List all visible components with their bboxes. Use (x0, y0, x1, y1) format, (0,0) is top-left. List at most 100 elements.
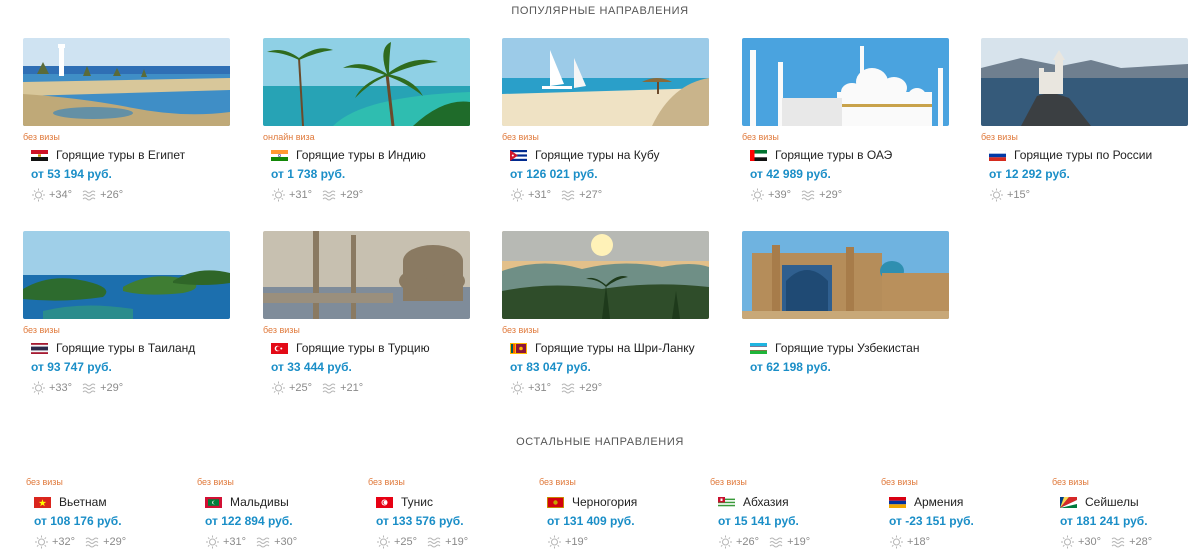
other-destination-card[interactable]: без визы Мальдивы от 122 894 руб. +31° +30° (197, 476, 347, 549)
price-from[interactable]: от 93 747 руб. (31, 360, 230, 375)
water-temperature: +29° (561, 381, 602, 395)
destination-card[interactable]: Горящие туры Узбекистан от 62 198 руб. (742, 231, 949, 395)
air-temp-value: +34° (49, 189, 73, 201)
destination-card[interactable]: без визы Горящие туры в Египет от 53 194 р… (23, 38, 230, 202)
weather-info: +15° (989, 188, 1188, 202)
weather-info: +25° +19° (376, 535, 518, 549)
destination-photo[interactable] (742, 231, 949, 319)
destination-card[interactable]: без визы Горящие туры в ОАЭ от 42 989 руб.… (742, 38, 949, 202)
price-from[interactable]: от 108 176 руб. (34, 514, 176, 529)
waves-icon (561, 381, 576, 395)
price-from[interactable]: от 12 292 руб. (989, 167, 1188, 182)
water-temp-value: +30° (274, 536, 298, 548)
destination-photo[interactable] (23, 231, 230, 319)
destination-photo[interactable] (263, 231, 470, 319)
destination-name[interactable]: Горящие туры Узбекистан (775, 341, 919, 355)
egypt-flag-icon (31, 149, 48, 161)
price-from[interactable]: от 83 047 руб. (510, 360, 709, 375)
destination-name[interactable]: Армения (914, 495, 963, 509)
destination-name[interactable]: Горящие туры в ОАЭ (775, 148, 892, 162)
price-from[interactable]: от 62 198 руб. (750, 360, 949, 375)
destination-card[interactable]: без визы Горящие туры по России от 12 292 … (981, 38, 1188, 202)
price-from[interactable]: от 131 409 руб. (547, 514, 689, 529)
destination-name[interactable]: Горящие туры на Кубу (535, 148, 660, 162)
visa-status: без визы (710, 477, 747, 487)
air-temp-value: +18° (907, 536, 931, 548)
air-temp-value: +19° (565, 536, 589, 548)
other-destination-card[interactable]: без визы Абхазия от 15 141 руб. +26° +19° (710, 476, 860, 549)
destination-name[interactable]: Горящие туры в Турцию (296, 341, 430, 355)
destination-name[interactable]: Горящие туры в Индию (296, 148, 426, 162)
price-from[interactable]: от 33 444 руб. (271, 360, 470, 375)
price-from[interactable]: от 1 738 руб. (271, 167, 470, 182)
tunisia-flag-icon (376, 496, 393, 508)
visa-status: без визы (263, 325, 300, 335)
sun-icon (271, 381, 286, 395)
srilanka-flag-icon (510, 342, 527, 354)
destination-photo[interactable] (263, 38, 470, 126)
popular-destinations-title: ПОПУЛЯРНЫЕ НАПРАВЛЕНИЯ (511, 5, 689, 17)
price-from[interactable]: от 122 894 руб. (205, 514, 347, 529)
water-temp-value: +29° (819, 189, 843, 201)
visa-status: без визы (502, 132, 539, 142)
air-temp-value: +31° (289, 189, 313, 201)
destination-name[interactable]: Горящие туры по России (1014, 148, 1152, 162)
sun-icon (31, 381, 46, 395)
destination-card[interactable]: без визы Горящие туры в Турцию от 33 444 р… (263, 231, 470, 395)
visa-status: без визы (23, 325, 60, 335)
air-temperature: +39° (750, 188, 791, 202)
destination-card[interactable]: без визы Горящие туры в Таиланд от 93 747 … (23, 231, 230, 395)
water-temp-value: +26° (100, 189, 124, 201)
destination-name[interactable]: Сейшелы (1085, 495, 1139, 509)
destination-name[interactable]: Горящие туры в Таиланд (56, 341, 195, 355)
destination-photo[interactable] (981, 38, 1188, 126)
price-from[interactable]: от -23 151 руб. (889, 514, 1031, 529)
other-destination-card[interactable]: без визы Черногория от 131 409 руб. +19° (539, 476, 689, 549)
sun-icon (31, 188, 46, 202)
destination-photo[interactable] (742, 38, 949, 126)
other-destination-card[interactable]: без визы Армения от -23 151 руб. +18° (881, 476, 1031, 549)
price-from[interactable]: от 126 021 руб. (510, 167, 709, 182)
weather-info: +32° +29° (34, 535, 176, 549)
air-temp-value: +31° (528, 189, 552, 201)
destination-name[interactable]: Абхазия (743, 495, 789, 509)
visa-status: онлайн виза (263, 132, 315, 142)
air-temp-value: +33° (49, 382, 73, 394)
destination-photo[interactable] (502, 38, 709, 126)
weather-info: +31° +30° (205, 535, 347, 549)
price-from[interactable]: от 181 241 руб. (1060, 514, 1200, 529)
weather-info: +34° +26° (31, 188, 230, 202)
other-destination-card[interactable]: без визы Тунис от 133 576 руб. +25° +19° (368, 476, 518, 549)
price-from[interactable]: от 42 989 руб. (750, 167, 949, 182)
price-from[interactable]: от 15 141 руб. (718, 514, 860, 529)
air-temperature: +31° (510, 188, 551, 202)
visa-status: без визы (539, 477, 576, 487)
destination-title-row: Горящие туры на Шри-Ланку (502, 340, 709, 356)
destination-name[interactable]: Черногория (572, 495, 637, 509)
air-temperature: +18° (889, 535, 930, 549)
sun-icon (34, 535, 49, 549)
waves-icon (322, 188, 337, 202)
destination-card[interactable]: без визы Горящие туры на Кубу от 126 021 р… (502, 38, 709, 202)
waves-icon (82, 188, 97, 202)
abkhazia-flag-icon (718, 496, 735, 508)
sun-icon (205, 535, 220, 549)
air-temperature: +31° (271, 188, 312, 202)
destination-photo[interactable] (23, 38, 230, 126)
destination-photo[interactable] (502, 231, 709, 319)
destination-name[interactable]: Вьетнам (59, 495, 107, 509)
destination-name[interactable]: Горящие туры в Египет (56, 148, 185, 162)
other-destination-card[interactable]: без визы Вьетнам от 108 176 руб. +32° +29° (26, 476, 176, 549)
sun-icon (547, 535, 562, 549)
waves-icon (801, 188, 816, 202)
destination-card[interactable]: онлайн виза Горящие туры в Индию от 1 738 … (263, 38, 470, 202)
destination-card[interactable]: без визы Горящие туры на Шри-Ланку от 83 0… (502, 231, 709, 395)
destination-name[interactable]: Мальдивы (230, 495, 289, 509)
other-destination-card[interactable]: без визы Сейшелы от 181 241 руб. +30° +28° (1052, 476, 1200, 549)
destination-name[interactable]: Горящие туры на Шри-Ланку (535, 341, 695, 355)
price-from[interactable]: от 133 576 руб. (376, 514, 518, 529)
destination-name[interactable]: Тунис (401, 495, 433, 509)
turkey-flag-icon (271, 342, 288, 354)
vietnam-flag-icon (34, 496, 51, 508)
price-from[interactable]: от 53 194 руб. (31, 167, 230, 182)
